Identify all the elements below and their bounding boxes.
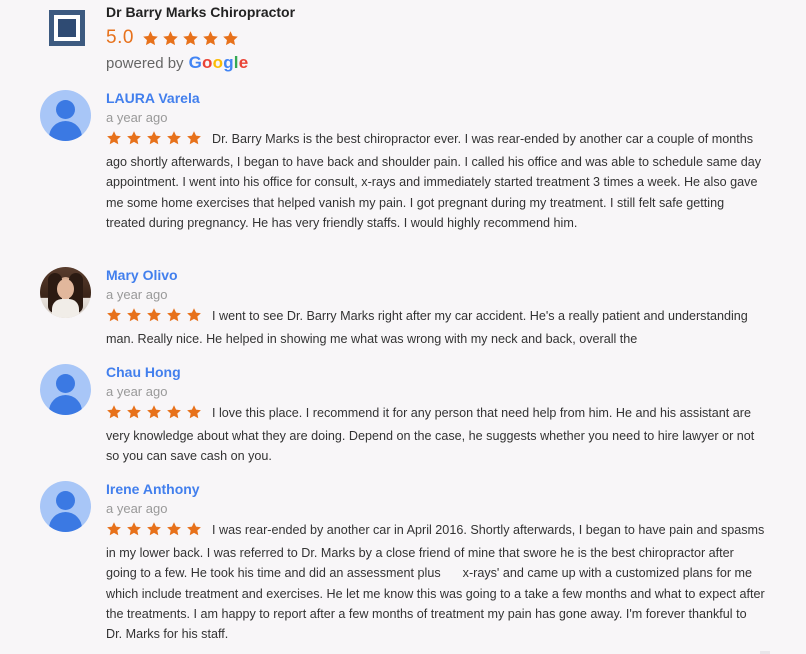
review-text: Dr. Barry Marks is the best chiropractor… — [106, 129, 766, 233]
review-stars — [106, 521, 206, 543]
google-logo: Google — [188, 53, 249, 72]
star-icon — [166, 130, 182, 146]
star-icon — [126, 404, 142, 420]
star-icon — [186, 404, 202, 420]
star-icon — [166, 307, 182, 323]
square-logo-icon — [49, 10, 85, 46]
review-time: a year ago — [106, 110, 168, 125]
person-avatar-icon — [40, 481, 91, 532]
business-header: Dr Barry Marks Chiropractor 5.0 powered … — [49, 4, 749, 74]
star-icon — [202, 30, 219, 47]
star-icon — [106, 130, 122, 146]
star-icon — [166, 404, 182, 420]
star-icon — [186, 130, 202, 146]
overall-stars — [142, 30, 242, 47]
review-text: I went to see Dr. Barry Marks right afte… — [106, 306, 766, 347]
star-icon — [222, 30, 239, 47]
review-item: Chau Hong a year ago I love this place. … — [40, 364, 770, 472]
star-icon — [146, 130, 162, 146]
review-time: a year ago — [106, 384, 168, 399]
star-icon — [126, 307, 142, 323]
business-name[interactable]: Dr Barry Marks Chiropractor — [106, 4, 295, 20]
star-icon — [106, 307, 122, 323]
star-icon — [142, 30, 159, 47]
star-icon — [162, 30, 179, 47]
reviewer-name[interactable]: Irene Anthony — [106, 481, 200, 497]
reviewer-name[interactable]: LAURA Varela — [106, 90, 200, 106]
star-icon — [106, 404, 122, 420]
overall-rating: 5.0 — [106, 26, 242, 50]
powered-by-google: powered by Google — [106, 53, 248, 73]
star-icon — [126, 130, 142, 146]
star-icon — [146, 307, 162, 323]
star-icon — [146, 404, 162, 420]
reviewer-photo — [40, 267, 91, 318]
review-text: I was rear-ended by another car in April… — [106, 520, 766, 644]
reviewer-name[interactable]: Mary Olivo — [106, 267, 178, 283]
star-icon — [186, 307, 202, 323]
reviews-widget: Dr Barry Marks Chiropractor 5.0 powered … — [0, 0, 806, 654]
review-time: a year ago — [106, 501, 168, 516]
review-stars — [106, 307, 206, 329]
star-icon — [146, 521, 162, 537]
review-stars — [106, 130, 206, 152]
star-icon — [106, 521, 122, 537]
review-stars — [106, 404, 206, 426]
rating-value: 5.0 — [106, 27, 134, 48]
review-text: I love this place. I recommend it for an… — [106, 403, 766, 467]
person-avatar-icon — [40, 364, 91, 415]
powered-by-label: powered by — [106, 55, 184, 72]
star-icon — [182, 30, 199, 47]
review-time: a year ago — [106, 287, 168, 302]
review-item: LAURA Varela a year ago Dr. Barry Marks … — [40, 90, 770, 258]
star-icon — [126, 521, 142, 537]
star-icon — [166, 521, 182, 537]
star-icon — [186, 521, 202, 537]
review-item: Mary Olivo a year ago I went to see Dr. … — [40, 267, 770, 349]
reviewer-name[interactable]: Chau Hong — [106, 364, 181, 380]
review-item: Irene Anthony a year ago I was rear-ende… — [40, 481, 770, 651]
person-avatar-icon — [40, 90, 91, 141]
